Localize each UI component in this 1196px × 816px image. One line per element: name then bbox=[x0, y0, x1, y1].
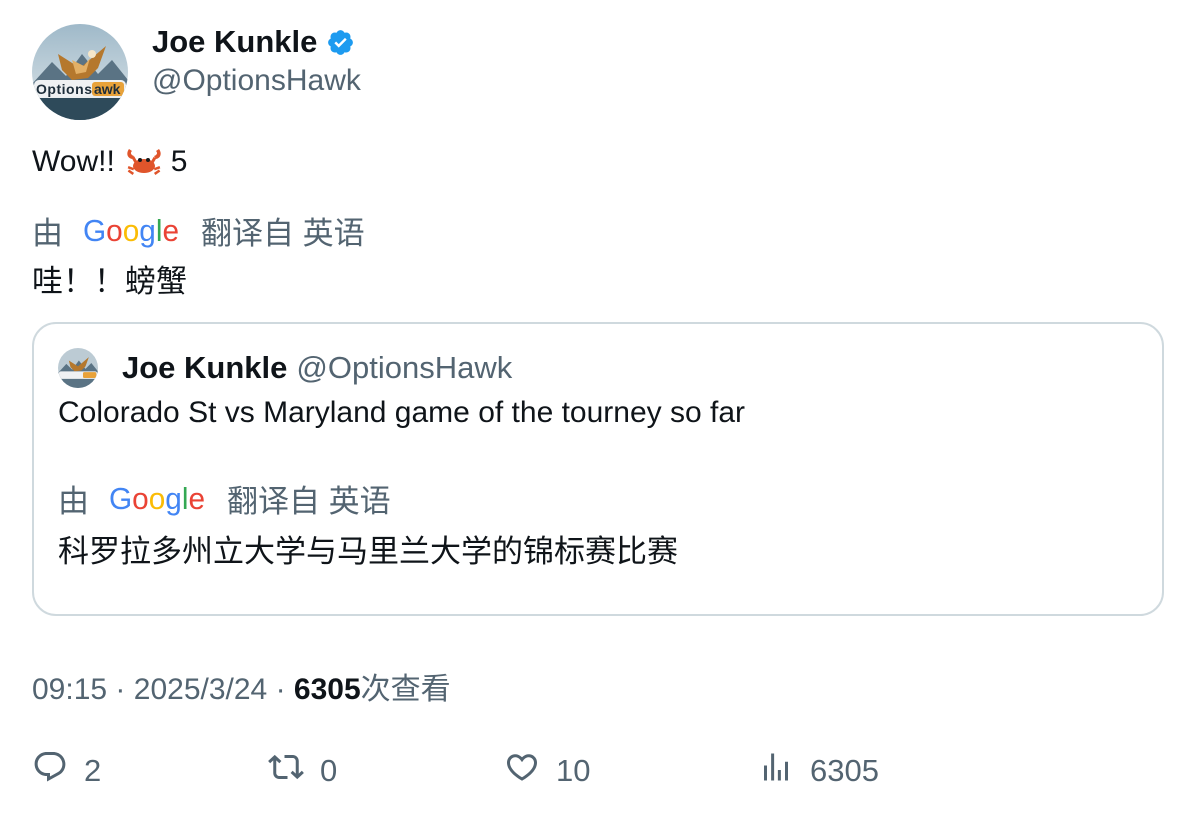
svg-text:Google: Google bbox=[109, 482, 205, 516]
tweet-time[interactable]: 09:15 bbox=[32, 673, 107, 706]
meta-separator: · bbox=[275, 673, 286, 706]
quoted-translated-text: 科罗拉多州立大学与马里兰大学的锦标赛比赛 bbox=[58, 534, 678, 569]
quoted-author-handle: @OptionsHawk bbox=[296, 350, 513, 385]
author-display-name[interactable]: Joe Kunkle bbox=[152, 24, 317, 60]
meta-separator: · bbox=[115, 673, 126, 706]
like-count: 10 bbox=[556, 753, 591, 788]
reply-button[interactable]: 2 bbox=[32, 748, 101, 794]
tweet-date[interactable]: 2025/3/24 bbox=[134, 673, 267, 706]
retweet-count: 0 bbox=[320, 753, 338, 788]
action-bar: 2 0 10 6305 bbox=[0, 748, 1196, 794]
quoted-author-display-name: Joe Kunkle bbox=[122, 350, 288, 385]
reply-count: 2 bbox=[84, 753, 102, 788]
quoted-tweet-text: Colorado St vs Maryland game of the tour… bbox=[58, 396, 746, 429]
heart-icon bbox=[504, 749, 540, 793]
translation-attribution: 由 Google 翻译自 英语 bbox=[32, 208, 365, 253]
translation-by-label: 由 bbox=[32, 216, 63, 251]
tweet-text: Wow!! 5 bbox=[32, 142, 187, 182]
views-label: 次查看 bbox=[360, 673, 451, 706]
like-button[interactable]: 10 bbox=[504, 748, 590, 794]
tweet-header: Options awk Joe Kunkle @OptionsHawk bbox=[32, 24, 361, 120]
quoted-author-avatar bbox=[58, 348, 98, 388]
quoted-google-logo-icon: Google bbox=[109, 481, 207, 516]
quoted-tweet-header: Joe Kunkle @OptionsHawk bbox=[58, 348, 512, 388]
google-logo-icon: Google bbox=[83, 213, 181, 248]
translated-text: 哇！！螃蟹 bbox=[32, 264, 187, 299]
verified-badge-icon bbox=[326, 28, 355, 57]
svg-text:awk: awk bbox=[94, 81, 121, 97]
tweet-text-after: 5 bbox=[170, 145, 188, 178]
analytics-icon bbox=[758, 749, 794, 793]
quoted-translation-by-label: 由 bbox=[58, 484, 89, 519]
quoted-tweet[interactable]: Joe Kunkle @OptionsHawk Colorado St vs M… bbox=[32, 322, 1164, 616]
retweet-button[interactable]: 0 bbox=[268, 748, 337, 794]
author-handle[interactable]: @OptionsHawk bbox=[152, 64, 361, 98]
translation-from-label[interactable]: 翻译自 英语 bbox=[201, 208, 365, 253]
quoted-translation-from-label[interactable]: 翻译自 英语 bbox=[227, 476, 391, 521]
views-button[interactable]: 6305 bbox=[758, 748, 879, 794]
retweet-icon bbox=[268, 749, 304, 793]
views-action-count: 6305 bbox=[810, 753, 879, 788]
svg-text:Options: Options bbox=[36, 81, 92, 97]
views-count: 6305 bbox=[293, 673, 361, 706]
author-avatar[interactable]: Options awk bbox=[32, 24, 128, 120]
crab-emoji-icon bbox=[125, 145, 163, 179]
reply-icon bbox=[32, 749, 68, 793]
quoted-translation-attribution: 由 Google 翻译自 英语 bbox=[58, 476, 391, 521]
tweet-text-before: Wow!! bbox=[32, 145, 115, 178]
svg-text:Google: Google bbox=[83, 214, 179, 248]
tweet-meta: 09:15 · 2025/3/24 · 6305次查看 bbox=[32, 664, 451, 708]
